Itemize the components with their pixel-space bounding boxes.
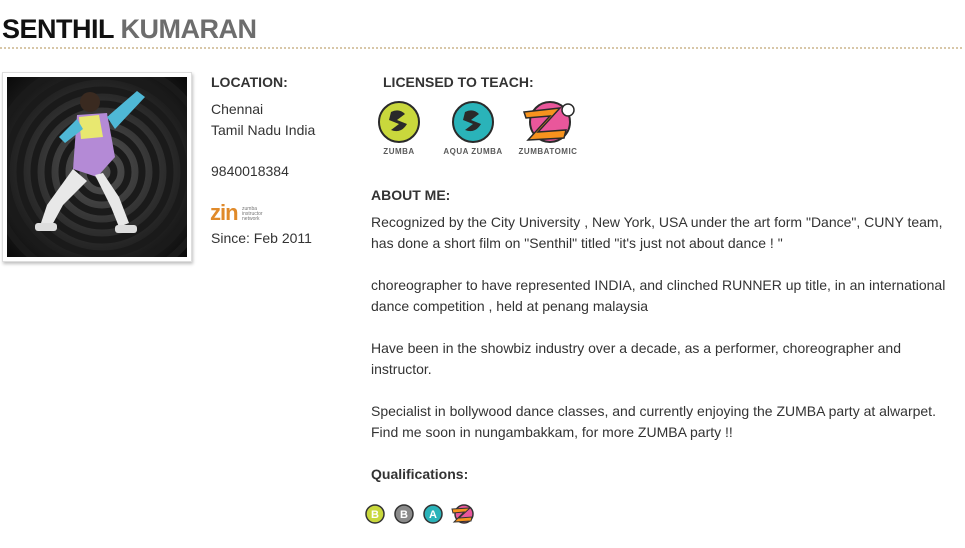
zumba-license-badge: [377, 100, 421, 149]
zumbatomic-badge-icon: [451, 504, 474, 524]
about-text: Recognized by the City University , New …: [371, 212, 957, 443]
dancer-photo-image: [7, 77, 187, 257]
location-city: Chennai: [211, 101, 264, 117]
location-label: LOCATION:: [211, 74, 288, 90]
basic-1-badge-icon: B: [365, 504, 385, 524]
location-region: Tamil Nadu India: [211, 122, 316, 138]
about-paragraph: Have been in the showbiz industry over a…: [371, 340, 901, 377]
about-paragraph: Recognized by the City University , New …: [371, 214, 943, 251]
basic-2-badge-icon: B: [394, 504, 414, 524]
zumbatomic-icon: [522, 101, 575, 143]
zumbatomic-license-badge: [520, 98, 576, 151]
zin-logo-subtext: zumba instructor network: [242, 206, 263, 222]
profile-photo: [2, 72, 192, 262]
licensed-label: LICENSED TO TEACH:: [383, 74, 534, 90]
zumba-label: ZUMBA: [383, 147, 415, 156]
basic-2-badge-letter: B: [400, 509, 408, 521]
aqua-badge-letter: A: [429, 509, 437, 521]
qualifications-label: Qualifications:: [371, 466, 469, 482]
instructor-name: SENTHIL KUMARAN: [2, 14, 257, 44]
first-name: SENTHIL: [2, 14, 114, 44]
last-name: KUMARAN: [120, 14, 257, 44]
aqua-zumba-label: AQUA ZUMBA: [443, 147, 503, 156]
basic-1-badge-letter: B: [371, 509, 379, 521]
zin-logo: zin zumba instructor network: [210, 202, 272, 224]
about-label: ABOUT ME:: [371, 187, 451, 203]
member-since: Since: Feb 2011: [211, 230, 312, 246]
zumba-icon: [378, 101, 420, 143]
about-paragraph: Specialist in bollywood dance classes, a…: [371, 403, 936, 440]
zin-logo-mark: zin: [210, 200, 239, 225]
dotted-divider: [0, 47, 962, 49]
phone-number: 9840018384: [211, 163, 289, 179]
aqua-badge-icon: A: [423, 504, 443, 524]
zumbatomic-label: ZUMBATOMIC: [518, 147, 578, 156]
aqua-zumba-license-badge: [451, 100, 495, 149]
about-paragraph: choreographer to have represented INDIA,…: [371, 277, 946, 314]
aqua-zumba-icon: [452, 101, 494, 143]
